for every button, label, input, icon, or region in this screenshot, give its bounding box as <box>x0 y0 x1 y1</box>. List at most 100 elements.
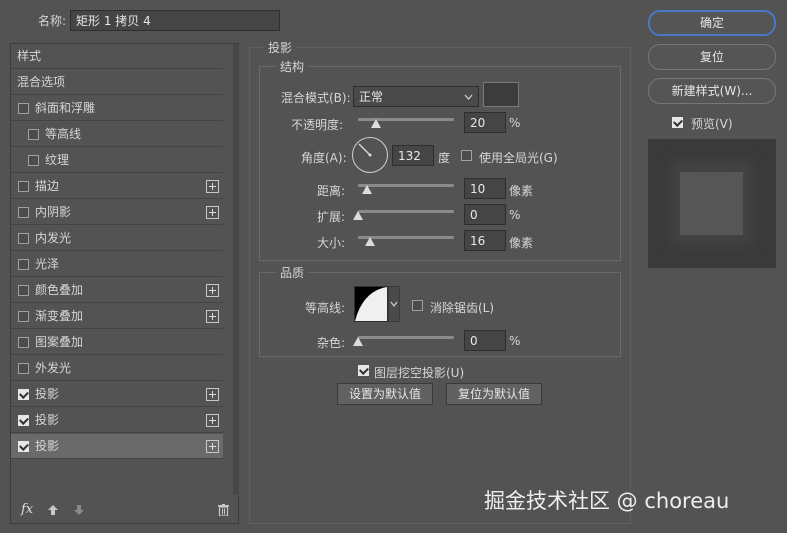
sidebar-item-label: 光泽 <box>35 257 60 271</box>
preview-label: 预览(V) <box>691 117 733 131</box>
style-list: 样式 混合选项 斜面和浮雕 等高线 纹理 描边 内阴影 内发光 光泽 颜色叠加 <box>10 43 239 524</box>
sidebar-item-stroke[interactable]: 描边 <box>11 174 223 199</box>
checkbox[interactable] <box>18 233 29 244</box>
sidebar-item-label: 投影 <box>35 439 60 453</box>
spread-slider-track[interactable] <box>358 210 454 213</box>
knockout-checkbox[interactable] <box>358 365 369 376</box>
contour-dropdown[interactable] <box>388 286 400 322</box>
add-icon[interactable] <box>206 284 219 297</box>
sidebar-item-label: 投影 <box>35 413 60 427</box>
sidebar-item-bevel-emboss[interactable]: 斜面和浮雕 <box>11 96 223 121</box>
blend-mode-select[interactable]: 正常 <box>353 86 479 107</box>
angle-label: 角度(A): <box>301 151 347 165</box>
checkbox[interactable] <box>18 259 29 270</box>
distance-input[interactable]: 10 <box>464 178 506 199</box>
sidebar-item-blend-options[interactable]: 混合选项 <box>11 70 223 95</box>
spread-label: 扩展: <box>317 210 346 224</box>
size-unit: 像素 <box>509 236 534 250</box>
trash-icon[interactable] <box>218 504 229 519</box>
checkbox[interactable] <box>18 103 29 114</box>
contour-curve-icon[interactable] <box>354 286 388 322</box>
sidebar-item-label: 描边 <box>35 179 60 193</box>
distance-unit: 像素 <box>509 184 534 198</box>
sidebar-item-drop-shadow-2[interactable]: 投影 <box>11 408 223 433</box>
checkbox[interactable] <box>18 415 29 426</box>
sidebar-item-styles[interactable]: 样式 <box>11 44 223 69</box>
sidebar-item-label: 颜色叠加 <box>35 283 84 297</box>
watermark: 掘金技术社区 @ choreau <box>484 489 730 513</box>
name-input[interactable]: 矩形 1 拷贝 4 <box>70 10 280 31</box>
sidebar-item-satin[interactable]: 光泽 <box>11 252 223 277</box>
antialias-checkbox[interactable] <box>412 300 423 311</box>
sidebar-item-inner-glow[interactable]: 内发光 <box>11 226 223 251</box>
sidebar-item-label: 样式 <box>17 49 42 63</box>
sidebar-item-label: 纹理 <box>45 153 70 167</box>
fx-icon[interactable]: fx <box>21 502 33 517</box>
global-light-checkbox[interactable] <box>461 150 472 161</box>
add-icon[interactable] <box>206 206 219 219</box>
shadow-color-swatch[interactable] <box>483 82 519 107</box>
blend-mode-value: 正常 <box>359 90 384 104</box>
add-icon[interactable] <box>206 180 219 193</box>
arrow-down-icon[interactable] <box>73 504 85 519</box>
spread-unit: % <box>509 208 521 222</box>
angle-input[interactable]: 132 <box>392 145 434 166</box>
opacity-label: 不透明度: <box>291 118 344 132</box>
distance-slider-track[interactable] <box>358 184 454 187</box>
sidebar-item-label: 投影 <box>35 387 60 401</box>
sidebar-item-contour[interactable]: 等高线 <box>11 122 223 147</box>
size-input[interactable]: 16 <box>464 230 506 251</box>
checkbox[interactable] <box>18 285 29 296</box>
preview-checkbox[interactable] <box>672 117 683 128</box>
chevron-down-icon <box>464 87 473 106</box>
reset-default-button[interactable]: 复位为默认值 <box>446 383 542 405</box>
checkbox[interactable] <box>18 181 29 192</box>
checkbox[interactable] <box>28 129 39 140</box>
checkbox[interactable] <box>18 311 29 322</box>
add-icon[interactable] <box>206 310 219 323</box>
spread-slider-thumb[interactable] <box>353 211 363 220</box>
new-style-button[interactable]: 新建样式(W)... <box>648 78 776 104</box>
ok-button[interactable]: 确定 <box>648 10 776 36</box>
sidebar-item-label: 内阴影 <box>35 205 72 219</box>
arrow-up-icon[interactable] <box>47 504 59 519</box>
sidebar-item-outer-glow[interactable]: 外发光 <box>11 356 223 381</box>
scrollbar[interactable] <box>233 44 239 495</box>
add-icon[interactable] <box>206 414 219 427</box>
angle-dial[interactable] <box>352 137 388 173</box>
noise-input[interactable]: 0 <box>464 330 506 351</box>
spread-input[interactable]: 0 <box>464 204 506 225</box>
sidebar-item-texture[interactable]: 纹理 <box>11 148 223 173</box>
angle-unit: 度 <box>438 151 451 165</box>
name-label: 名称: <box>38 14 67 28</box>
sidebar-item-label: 内发光 <box>35 231 72 245</box>
opacity-input[interactable]: 20 <box>464 112 506 133</box>
distance-slider-thumb[interactable] <box>362 185 372 194</box>
checkbox[interactable] <box>18 389 29 400</box>
set-default-button[interactable]: 设置为默认值 <box>337 383 433 405</box>
noise-slider-track[interactable] <box>358 336 454 339</box>
opacity-slider-thumb[interactable] <box>371 119 381 128</box>
checkbox[interactable] <box>18 441 29 452</box>
reset-button[interactable]: 复位 <box>648 44 776 70</box>
sidebar-item-gradient-overlay[interactable]: 渐变叠加 <box>11 304 223 329</box>
add-icon[interactable] <box>206 388 219 401</box>
sidebar-item-label: 混合选项 <box>17 75 66 89</box>
sidebar-item-label: 渐变叠加 <box>35 309 84 323</box>
size-slider-thumb[interactable] <box>365 237 375 246</box>
sidebar-item-label: 图案叠加 <box>35 335 84 349</box>
quality-legend: 品质 <box>276 264 309 281</box>
checkbox[interactable] <box>28 155 39 166</box>
sidebar-item-pattern-overlay[interactable]: 图案叠加 <box>11 330 223 355</box>
checkbox[interactable] <box>18 207 29 218</box>
checkbox[interactable] <box>18 337 29 348</box>
preview-shape <box>680 172 743 235</box>
sidebar-item-color-overlay[interactable]: 颜色叠加 <box>11 278 223 303</box>
sidebar-item-drop-shadow-3[interactable]: 投影 <box>11 434 223 459</box>
checkbox[interactable] <box>18 363 29 374</box>
add-icon[interactable] <box>206 440 219 453</box>
sidebar-item-drop-shadow-1[interactable]: 投影 <box>11 382 223 407</box>
sidebar-item-inner-shadow[interactable]: 内阴影 <box>11 200 223 225</box>
contour-label: 等高线: <box>305 301 346 315</box>
noise-slider-thumb[interactable] <box>353 337 363 346</box>
